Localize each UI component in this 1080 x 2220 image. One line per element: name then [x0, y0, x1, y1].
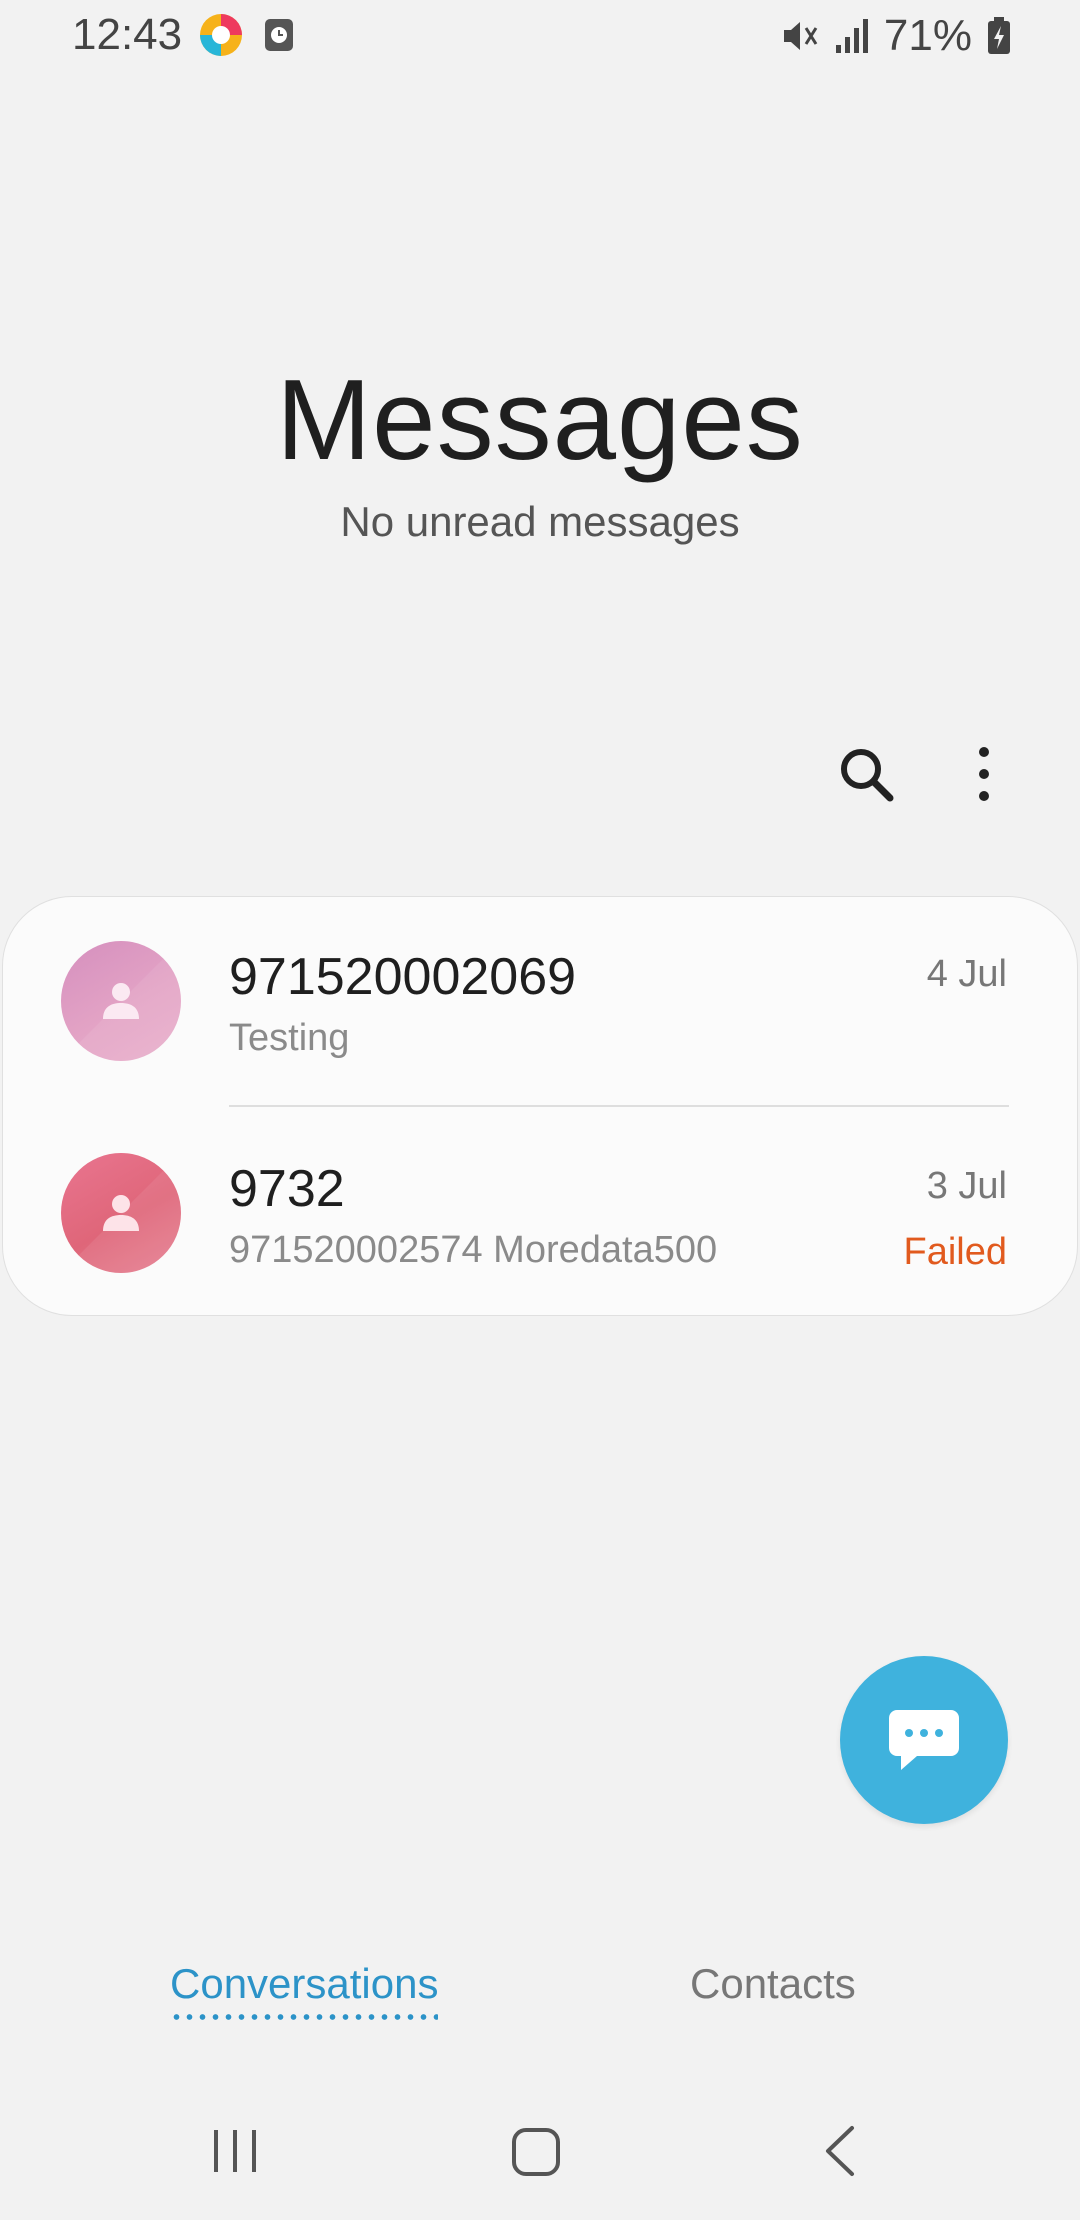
more-vertical-icon[interactable]	[956, 742, 1012, 806]
signal-icon	[835, 19, 868, 53]
back-icon[interactable]	[820, 2124, 860, 2178]
conversation-name: 971520002069	[229, 948, 577, 1006]
colorful-app-icon	[200, 14, 242, 56]
recents-icon[interactable]	[210, 2126, 260, 2176]
avatar[interactable]	[61, 1153, 181, 1273]
conversation-name: 9732	[229, 1160, 345, 1218]
compose-button[interactable]	[840, 1656, 1008, 1824]
clock-app-icon	[265, 19, 293, 51]
compose-message-icon	[889, 1710, 959, 1770]
battery-charging-icon	[988, 17, 1010, 54]
tab-contacts[interactable]: Contacts	[690, 1960, 856, 2008]
person-icon	[61, 941, 181, 1061]
person-icon	[61, 1153, 181, 1273]
conversation-snippet: Testing	[229, 1017, 350, 1059]
conversation-item[interactable]: 971520002069 Testing 4 Jul	[3, 897, 1077, 1107]
conversation-item[interactable]: 9732 971520002574 Moredata500 3 Jul Fail…	[3, 1109, 1077, 1319]
conversation-date: 3 Jul	[926, 1165, 1007, 1207]
tab-conversations[interactable]: Conversations	[170, 1960, 438, 2020]
avatar[interactable]	[61, 941, 181, 1061]
home-icon[interactable]	[510, 2126, 562, 2178]
battery-percent: 71%	[883, 11, 972, 60]
status-bar: 12:43 71%	[0, 0, 1080, 72]
conversation-list: 971520002069 Testing 4 Jul 9732 97152000…	[2, 896, 1078, 1316]
status-right-group: 71%	[780, 8, 1012, 64]
conversation-snippet: 971520002574 Moredata500	[229, 1229, 718, 1271]
unread-status: No unread messages	[340, 498, 740, 545]
mute-icon	[783, 22, 818, 50]
search-icon[interactable]	[834, 742, 898, 806]
divider	[229, 1105, 1009, 1107]
failed-status: Failed	[903, 1231, 1008, 1273]
page-title: Messages	[276, 357, 804, 484]
conversation-date: 4 Jul	[926, 953, 1007, 995]
status-time: 12:43	[72, 10, 183, 59]
